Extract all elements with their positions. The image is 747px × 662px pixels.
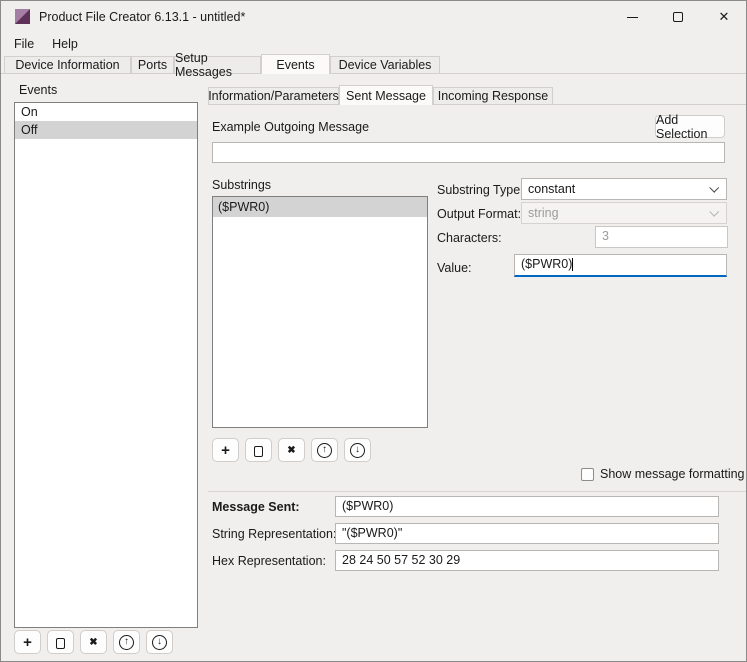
chevron-down-icon	[709, 182, 720, 193]
tab-device-variables[interactable]: Device Variables	[330, 56, 440, 73]
substring-type-value: constant	[528, 182, 576, 196]
close-icon: ✕	[718, 9, 730, 24]
events-delete-button[interactable]: ✖	[80, 630, 107, 654]
subtab-information-parameters[interactable]: Information/Parameters	[208, 87, 339, 104]
value-input-text: ($PWR0)	[521, 257, 573, 271]
show-message-formatting-row: Show message formatting	[581, 467, 745, 481]
events-panel-title: Events	[19, 83, 58, 97]
substring-item[interactable]: ($PWR0)	[213, 197, 427, 217]
text-caret	[572, 258, 574, 272]
minimize-icon	[626, 16, 638, 18]
title-bar: Product File Creator 6.13.1 - untitled* …	[1, 1, 746, 33]
message-sent-label: Message Sent:	[212, 500, 300, 514]
subtab-sent-message[interactable]: Sent Message	[339, 85, 433, 105]
value-input[interactable]: ($PWR0)	[514, 254, 727, 277]
list-item-off[interactable]: Off	[15, 121, 197, 139]
characters-label: Characters:	[437, 231, 502, 245]
events-move-down-button[interactable]: ↓	[146, 630, 173, 654]
message-sent-field: ($PWR0)	[335, 496, 719, 517]
events-duplicate-button[interactable]	[47, 630, 74, 654]
arrow-up-icon: ↑	[317, 442, 332, 458]
substrings-list: ($PWR0)	[212, 196, 428, 428]
characters-input: 3	[595, 226, 728, 248]
minimize-button[interactable]	[609, 1, 655, 33]
menu-file[interactable]: File	[5, 34, 43, 54]
duplicate-icon	[254, 442, 268, 457]
show-message-formatting-label: Show message formatting	[600, 467, 745, 481]
substring-add-button[interactable]: +	[212, 438, 239, 462]
add-selection-button[interactable]: Add Selection	[655, 113, 725, 141]
tab-device-information[interactable]: Device Information	[4, 56, 131, 73]
maximize-button[interactable]	[655, 1, 701, 33]
substring-move-up-button[interactable]: ↑	[311, 438, 338, 462]
example-outgoing-message-label: Example Outgoing Message	[212, 120, 370, 134]
tab-events[interactable]: Events	[261, 54, 330, 74]
output-format-label: Output Format:	[437, 207, 522, 221]
delete-icon: ✖	[287, 444, 296, 456]
string-representation-label: String Representation:	[212, 527, 337, 541]
arrow-up-icon: ↑	[119, 634, 134, 650]
events-list: On Off	[14, 102, 198, 628]
close-button[interactable]: ✕	[701, 1, 746, 33]
tab-setup-messages[interactable]: Setup Messages	[174, 51, 261, 79]
results-separator	[208, 491, 746, 492]
menu-bar: File Help	[5, 34, 87, 54]
arrow-down-icon: ↓	[152, 634, 167, 650]
substring-move-down-button[interactable]: ↓	[344, 438, 371, 462]
app-window: Product File Creator 6.13.1 - untitled* …	[0, 0, 747, 662]
string-representation-field: "($PWR0)"	[335, 523, 719, 544]
hex-representation-label: Hex Representation:	[212, 554, 326, 568]
substring-type-select[interactable]: constant	[521, 178, 727, 200]
plus-icon: +	[23, 633, 32, 651]
events-add-button[interactable]: +	[14, 630, 41, 654]
hex-representation-field: 28 24 50 57 52 30 29	[335, 550, 719, 571]
app-icon	[15, 9, 30, 24]
arrow-down-icon: ↓	[350, 442, 365, 458]
events-toolbar: + ✖ ↑ ↓	[14, 630, 173, 654]
main-tab-bar: Device Information Ports Setup Messages …	[4, 51, 440, 79]
value-label: Value:	[437, 261, 472, 275]
plus-icon: +	[221, 441, 230, 459]
menu-help[interactable]: Help	[43, 34, 87, 54]
output-format-select: string	[521, 202, 727, 224]
substrings-label: Substrings	[212, 178, 272, 192]
list-item-on[interactable]: On	[15, 103, 197, 121]
output-format-value: string	[528, 206, 559, 220]
delete-icon: ✖	[89, 636, 98, 648]
window-title: Product File Creator 6.13.1 - untitled*	[39, 10, 246, 24]
substring-delete-button[interactable]: ✖	[278, 438, 305, 462]
sub-tab-bar: Information/Parameters Sent Message Inco…	[208, 85, 553, 105]
duplicate-icon	[56, 634, 70, 649]
substring-type-label: Substring Type:	[437, 183, 524, 197]
example-outgoing-message-input[interactable]	[212, 142, 725, 163]
tab-ports[interactable]: Ports	[131, 56, 174, 73]
substrings-toolbar: + ✖ ↑ ↓	[212, 438, 371, 462]
maximize-icon	[673, 12, 683, 22]
events-move-up-button[interactable]: ↑	[113, 630, 140, 654]
chevron-down-icon	[709, 206, 720, 217]
show-message-formatting-checkbox[interactable]	[581, 467, 594, 481]
substring-duplicate-button[interactable]	[245, 438, 272, 462]
subtab-incoming-response[interactable]: Incoming Response	[433, 87, 553, 104]
